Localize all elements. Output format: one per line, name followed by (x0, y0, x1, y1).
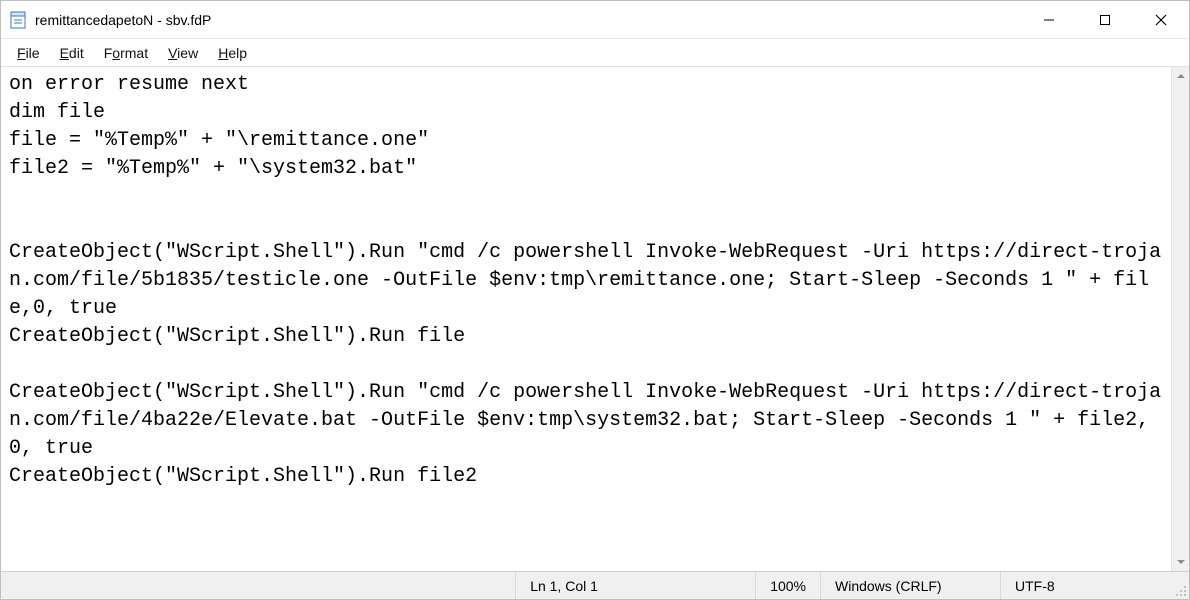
menu-edit-rest: dit (69, 45, 84, 61)
menu-help[interactable]: Help (208, 43, 257, 63)
statusbar: Ln 1, Col 1 100% Windows (CRLF) UTF-8 (1, 571, 1189, 599)
menu-help-rest: elp (228, 45, 247, 61)
status-position: Ln 1, Col 1 (516, 572, 756, 599)
menu-view[interactable]: View (158, 43, 208, 63)
window-title: remittancedapetoN - sbv.fdP (35, 12, 1021, 28)
scroll-up-arrow[interactable] (1172, 67, 1189, 85)
menu-file[interactable]: File (7, 43, 50, 63)
close-button[interactable] (1133, 1, 1189, 38)
status-encoding: UTF-8 (1001, 572, 1171, 599)
menu-file-rest: ile (26, 45, 40, 61)
resize-grip[interactable] (1171, 572, 1189, 599)
maximize-button[interactable] (1077, 1, 1133, 38)
menubar: File Edit Format View Help (1, 39, 1189, 67)
notepad-icon (9, 10, 29, 30)
text-editor[interactable]: on error resume next dim file file = "%T… (1, 67, 1171, 571)
menu-view-rest: iew (177, 45, 198, 61)
status-spacer (1, 572, 516, 599)
titlebar[interactable]: remittancedapetoN - sbv.fdP (1, 1, 1189, 39)
menu-format-rest: rmat (120, 45, 148, 61)
menu-format[interactable]: Format (94, 43, 158, 63)
scroll-down-arrow[interactable] (1172, 553, 1189, 571)
status-zoom: 100% (756, 572, 821, 599)
minimize-button[interactable] (1021, 1, 1077, 38)
menu-format-pre: F (104, 45, 113, 61)
editor-area: on error resume next dim file file = "%T… (1, 67, 1189, 571)
notepad-window: remittancedapetoN - sbv.fdP File Edit Fo… (0, 0, 1190, 600)
vertical-scrollbar[interactable] (1171, 67, 1189, 571)
status-eol: Windows (CRLF) (821, 572, 1001, 599)
window-buttons (1021, 1, 1189, 38)
menu-edit[interactable]: Edit (50, 43, 94, 63)
